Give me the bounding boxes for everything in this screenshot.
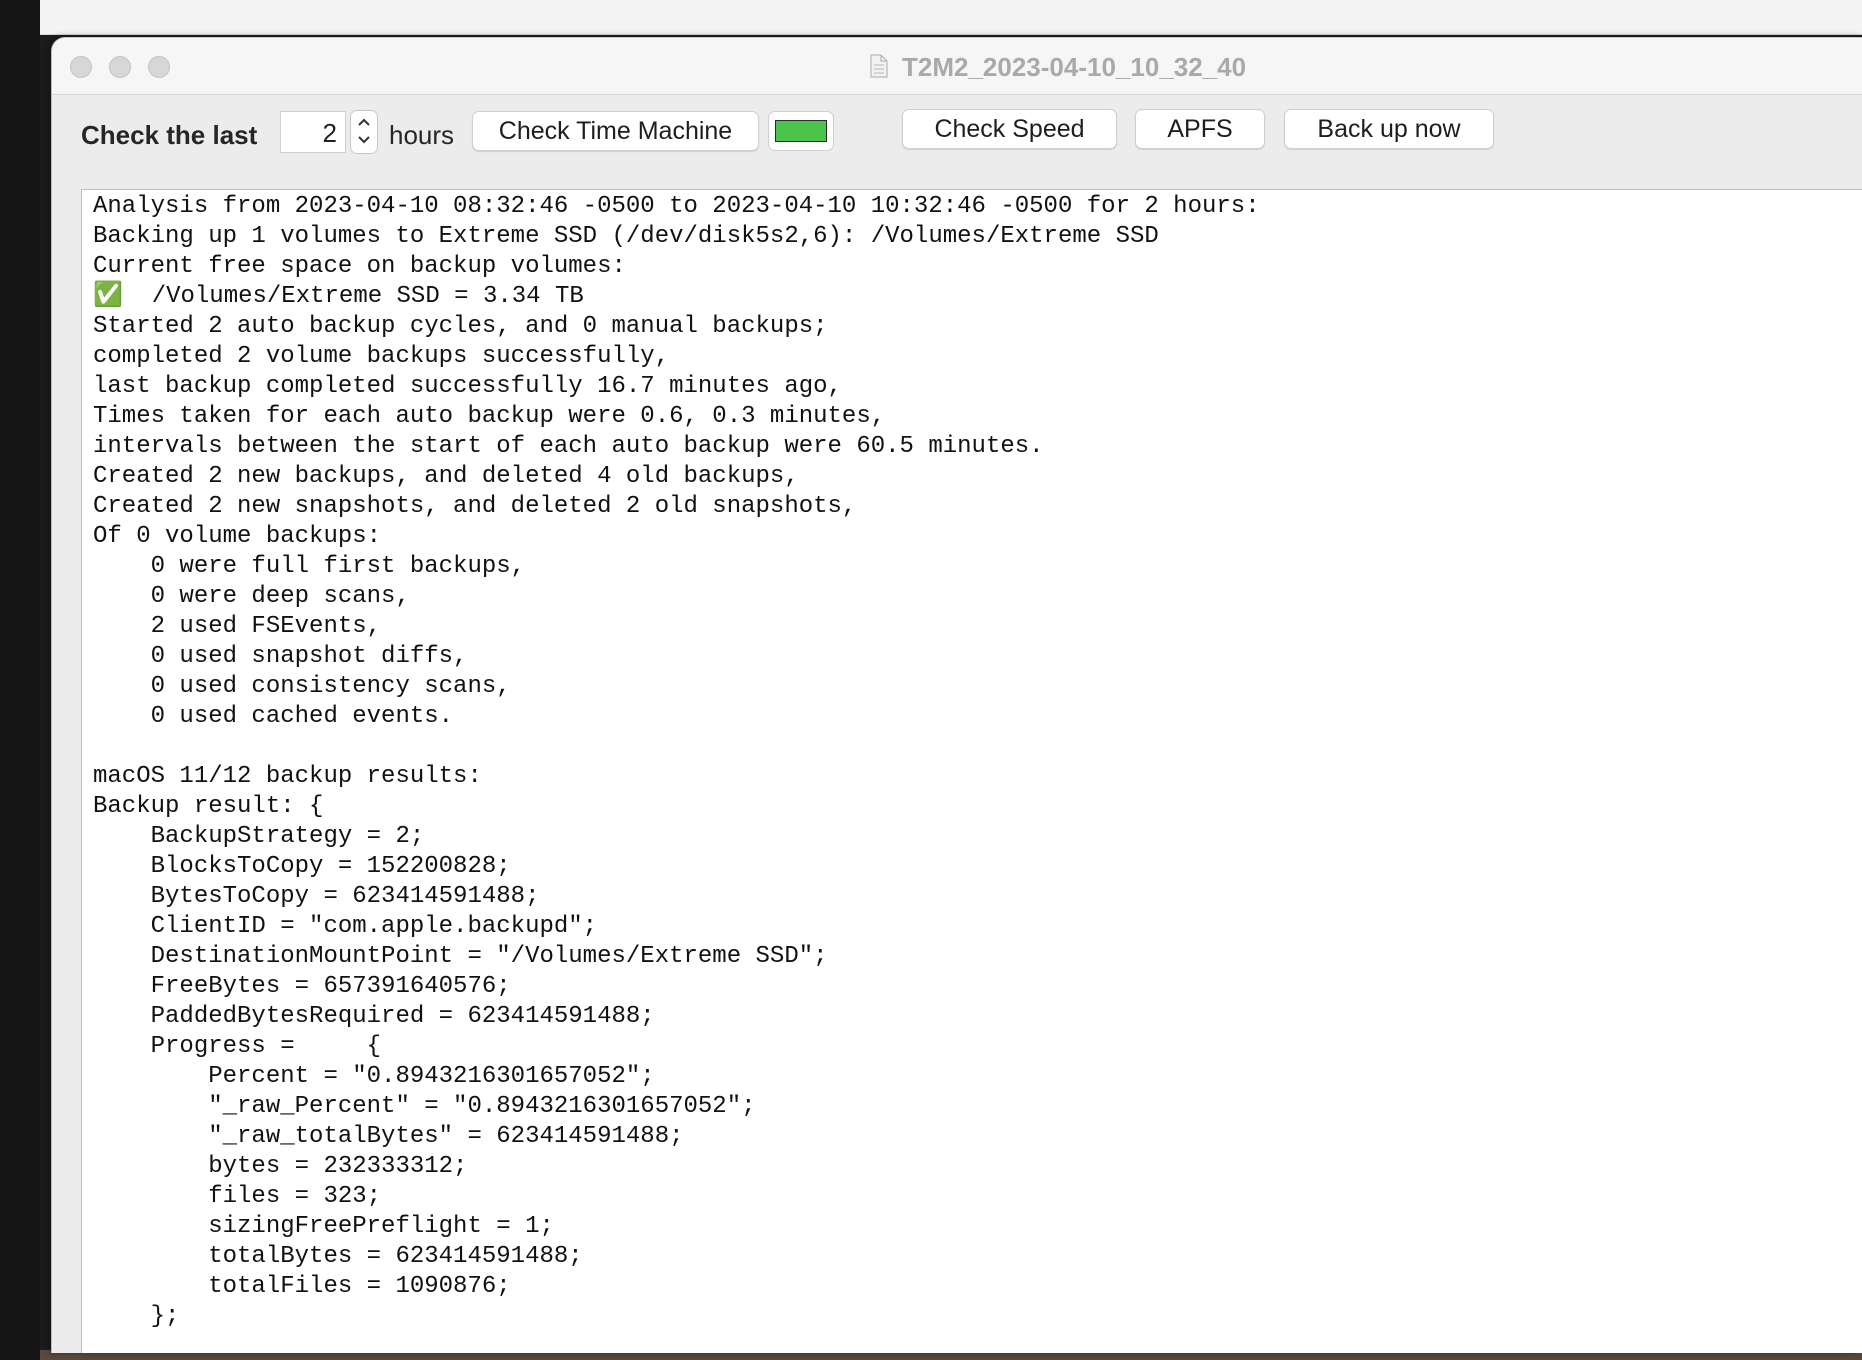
apfs-button[interactable]: APFS [1135, 109, 1265, 149]
status-color-swatch [775, 120, 827, 142]
zoom-window-button[interactable] [148, 56, 170, 78]
chevron-down-icon[interactable] [351, 131, 377, 151]
hours-stepper[interactable] [350, 110, 378, 154]
window-title: T2M2_2023-04-10_10_32_40 [870, 52, 1247, 83]
hours-unit-label: hours [389, 120, 455, 150]
app-window: T2M2_2023-04-10_10_32_40 Check the last … [51, 37, 1862, 1353]
check-speed-button[interactable]: Check Speed [902, 109, 1117, 149]
back-up-now-button[interactable]: Back up now [1284, 109, 1494, 149]
close-window-button[interactable] [70, 56, 92, 78]
check-last-label: Check the last [81, 120, 258, 150]
window-title-text: T2M2_2023-04-10_10_32_40 [902, 52, 1247, 82]
background-window-edge [40, 0, 1862, 35]
log-output-view[interactable]: Analysis from 2023-04-10 08:32:46 -0500 … [81, 189, 1862, 1353]
hours-input[interactable]: 2 [280, 111, 346, 153]
check-time-machine-button[interactable]: Check Time Machine [472, 111, 759, 151]
title-bar[interactable]: T2M2_2023-04-10_10_32_40 [52, 38, 1862, 95]
chevron-up-icon[interactable] [351, 111, 377, 131]
desktop-left-edge [0, 0, 40, 1360]
minimize-window-button[interactable] [109, 56, 131, 78]
log-output-text: Analysis from 2023-04-10 08:32:46 -0500 … [93, 193, 1260, 1330]
status-indicator [768, 111, 834, 151]
document-icon [870, 54, 888, 78]
